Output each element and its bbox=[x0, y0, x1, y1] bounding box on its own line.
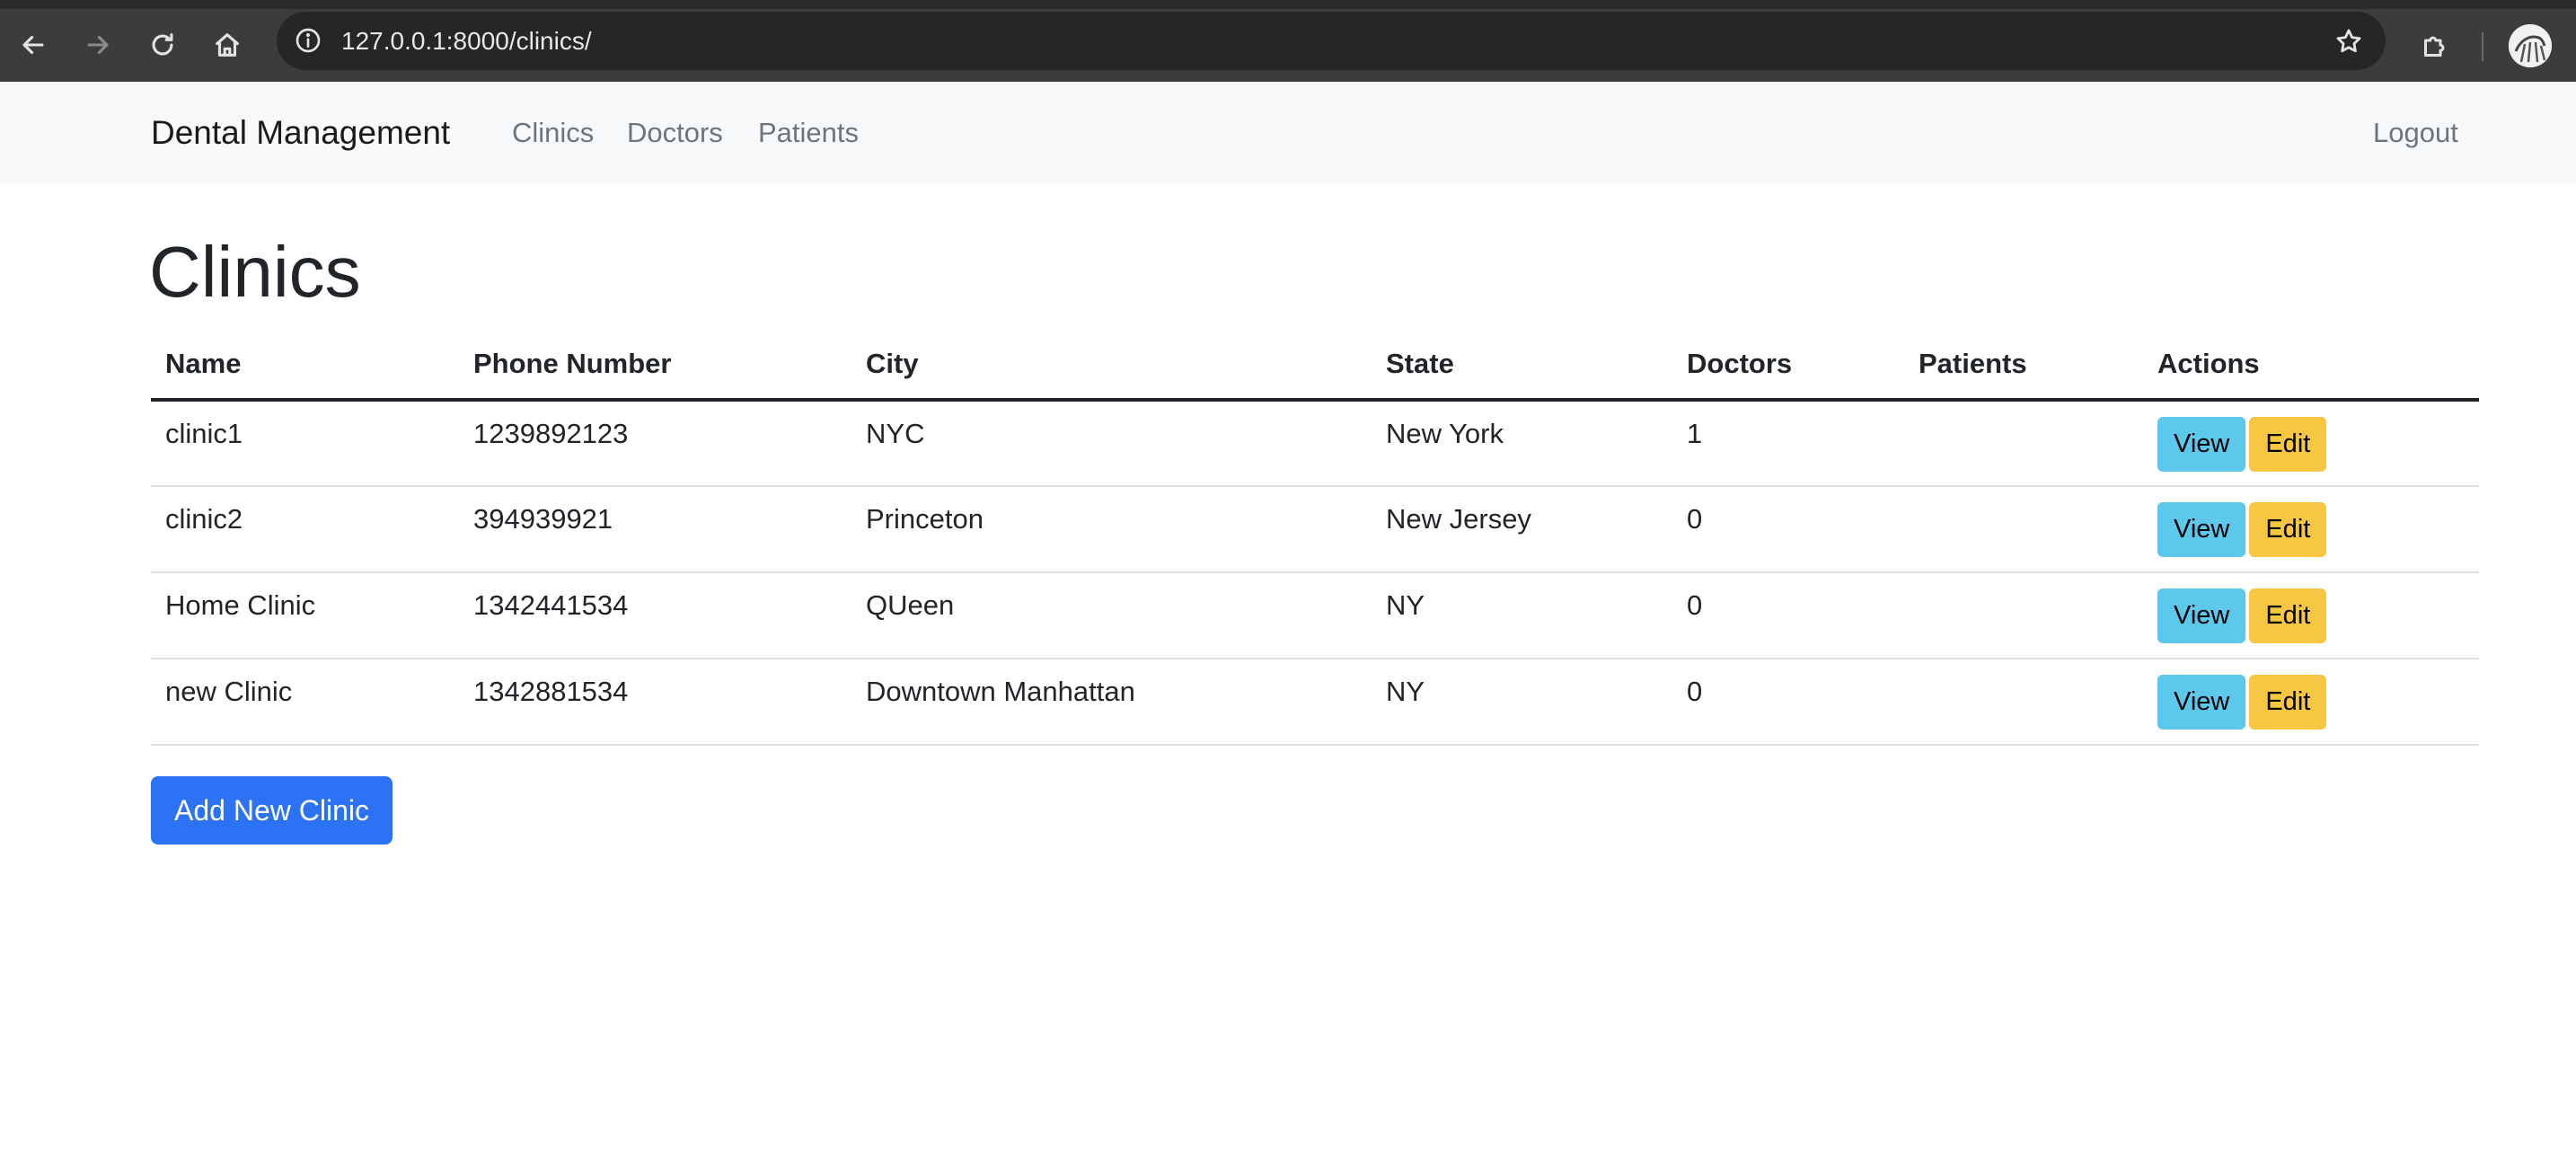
browser-toolbar: 127.0.0.1:8000/clinics/ bbox=[0, 0, 2576, 82]
cell-patients bbox=[1904, 572, 2143, 659]
forward-icon[interactable] bbox=[74, 21, 122, 69]
cell-actions: View Edit bbox=[2143, 572, 2479, 659]
table-row: Home Clinic 1342441534 QUeen NY 0 View Ed… bbox=[151, 572, 2479, 659]
profile-avatar[interactable] bbox=[2509, 24, 2552, 67]
nav-link-patients[interactable]: Patients bbox=[758, 82, 859, 183]
nav-link-clinics[interactable]: Clinics bbox=[512, 82, 594, 183]
cell-actions: View Edit bbox=[2143, 659, 2479, 746]
view-button[interactable]: View bbox=[2157, 417, 2246, 472]
edit-button[interactable]: Edit bbox=[2249, 588, 2327, 643]
cell-actions: View Edit bbox=[2143, 486, 2479, 573]
cell-city: QUeen bbox=[851, 572, 1372, 659]
cell-state: NY bbox=[1372, 572, 1672, 659]
edit-button[interactable]: Edit bbox=[2249, 502, 2327, 557]
column-header-state: State bbox=[1372, 329, 1672, 402]
cell-city: Downtown Manhattan bbox=[851, 659, 1372, 746]
column-header-name: Name bbox=[151, 329, 459, 402]
view-button[interactable]: View bbox=[2157, 502, 2246, 557]
cell-patients bbox=[1904, 486, 2143, 573]
extensions-icon[interactable] bbox=[2413, 23, 2457, 68]
cell-phone: 1342441534 bbox=[459, 572, 851, 659]
cell-phone: 1342881534 bbox=[459, 659, 851, 746]
brand-link[interactable]: Dental Management bbox=[151, 82, 450, 183]
cell-name: new Clinic bbox=[151, 659, 459, 746]
column-header-city: City bbox=[851, 329, 1372, 402]
top-navbar: Dental Management Clinics Doctors Patien… bbox=[0, 82, 2576, 183]
cell-doctors: 1 bbox=[1672, 400, 1904, 487]
info-icon[interactable] bbox=[291, 23, 325, 58]
table-row: clinic2 394939921 Princeton New Jersey 0… bbox=[151, 486, 2479, 573]
column-header-phone: Phone Number bbox=[459, 329, 851, 402]
toolbar-divider bbox=[2482, 32, 2483, 61]
view-button[interactable]: View bbox=[2157, 588, 2246, 643]
cell-doctors: 0 bbox=[1672, 572, 1904, 659]
nav-link-doctors[interactable]: Doctors bbox=[627, 82, 723, 183]
clinics-table: Name Phone Number City State Doctors Pat… bbox=[151, 329, 2479, 746]
page-title: Clinics bbox=[149, 232, 361, 312]
cell-patients bbox=[1904, 400, 2143, 487]
url-text[interactable]: 127.0.0.1:8000/clinics/ bbox=[341, 12, 592, 70]
home-icon[interactable] bbox=[203, 21, 251, 69]
cell-state: New Jersey bbox=[1372, 486, 1672, 573]
reload-icon[interactable] bbox=[138, 21, 187, 69]
cell-actions: View Edit bbox=[2143, 400, 2479, 487]
table-header-row: Name Phone Number City State Doctors Pat… bbox=[151, 329, 2479, 402]
cell-phone: 1239892123 bbox=[459, 400, 851, 487]
column-header-doctors: Doctors bbox=[1672, 329, 1904, 402]
table-row: clinic1 1239892123 NYC New York 1 View Ed… bbox=[151, 400, 2479, 487]
edit-button[interactable]: Edit bbox=[2249, 417, 2327, 472]
cell-doctors: 0 bbox=[1672, 486, 1904, 573]
column-header-patients: Patients bbox=[1904, 329, 2143, 402]
star-icon[interactable] bbox=[2330, 22, 2368, 60]
cell-name: Home Clinic bbox=[151, 572, 459, 659]
view-button[interactable]: View bbox=[2157, 675, 2246, 730]
cell-city: Princeton bbox=[851, 486, 1372, 573]
cell-name: clinic1 bbox=[151, 400, 459, 487]
cell-phone: 394939921 bbox=[459, 486, 851, 573]
back-icon[interactable] bbox=[9, 21, 57, 69]
column-header-actions: Actions bbox=[2143, 329, 2479, 402]
cell-state: NY bbox=[1372, 659, 1672, 746]
cell-city: NYC bbox=[851, 400, 1372, 487]
edit-button[interactable]: Edit bbox=[2249, 675, 2327, 730]
cell-patients bbox=[1904, 659, 2143, 746]
cell-name: clinic2 bbox=[151, 486, 459, 573]
cell-state: New York bbox=[1372, 400, 1672, 487]
cell-doctors: 0 bbox=[1672, 659, 1904, 746]
table-row: new Clinic 1342881534 Downtown Manhattan… bbox=[151, 659, 2479, 746]
address-bar[interactable]: 127.0.0.1:8000/clinics/ bbox=[277, 12, 2386, 70]
add-new-clinic-button[interactable]: Add New Clinic bbox=[151, 776, 393, 845]
logout-link[interactable]: Logout bbox=[2373, 82, 2458, 183]
